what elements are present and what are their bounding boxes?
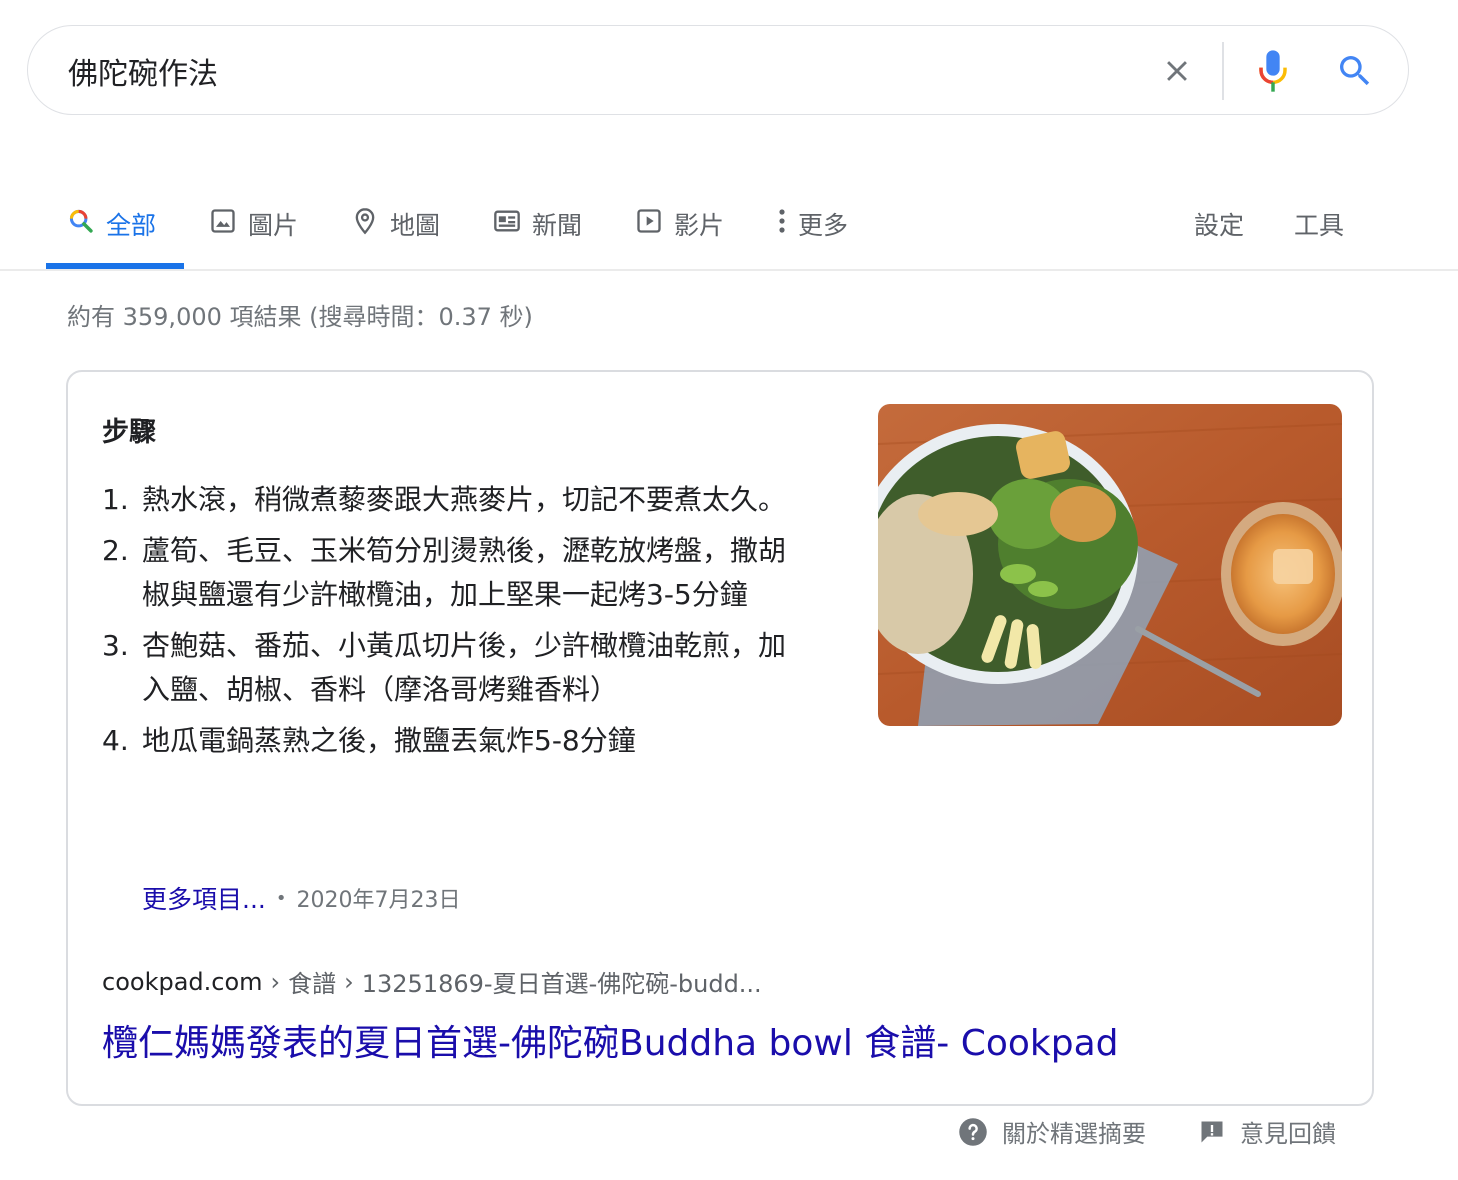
more-items-row: 更多項目... • 2020年7月23日 — [142, 880, 460, 916]
step-item: 2. 蘆筍、毛豆、玉米筍分別燙熟後，瀝乾放烤盤，撒胡椒與鹽還有少許橄欖油，加上堅… — [102, 529, 802, 617]
search-tabs: 全部 圖片 地圖 新聞 影片 更多 設定 工具 — [0, 196, 1458, 271]
newspaper-icon — [492, 206, 522, 236]
search-input[interactable] — [68, 48, 1068, 94]
map-pin-icon — [350, 206, 380, 236]
source-domain: cookpad.com — [102, 967, 263, 996]
tab-maps[interactable]: 地圖 — [350, 196, 440, 269]
search-icon — [1340, 56, 1370, 86]
tab-all-label: 全部 — [106, 211, 157, 240]
step-item: 3. 杏鮑菇、番茄、小黃瓜切片後，少許橄欖油乾煎，加入鹽、胡椒、香料（摩洛哥烤雞… — [102, 624, 802, 712]
feedback-link[interactable]: 意見回饋 — [1198, 1114, 1336, 1149]
tools-label: 工具 — [1294, 211, 1345, 240]
video-play-icon — [634, 206, 664, 236]
step-text: 蘆筍、毛豆、玉米筍分別燙熟後，瀝乾放烤盤，撒胡椒與鹽還有少許橄欖油，加上堅果一起… — [142, 534, 787, 611]
feedback-icon — [1201, 1121, 1223, 1142]
search-multicolor-icon — [66, 206, 96, 236]
featured-snippet-card: 步驟 1. 熱水滾，稍微煮藜麥跟大燕麥片，切記不要煮太久。 2. 蘆筍、毛豆、玉… — [66, 370, 1374, 1106]
tab-images-label: 圖片 — [248, 211, 299, 240]
feedback-label: 意見回饋 — [1240, 1120, 1336, 1148]
step-number: 2. — [102, 534, 129, 567]
more-items-link[interactable]: 更多項目... — [142, 880, 266, 916]
tab-news-label: 新聞 — [532, 211, 583, 240]
source-breadcrumb: cookpad.com › 食譜 › 13251869-夏日首選-佛陀碗-bud… — [102, 964, 762, 999]
step-number: 3. — [102, 629, 129, 662]
tab-videos-label: 影片 — [674, 211, 725, 240]
about-featured-snippets-label: 關於精選摘要 — [1002, 1120, 1146, 1148]
image-icon — [208, 206, 238, 236]
step-number: 1. — [102, 483, 129, 516]
tab-videos[interactable]: 影片 — [634, 196, 724, 269]
tab-news[interactable]: 新聞 — [492, 196, 582, 269]
microphone-icon — [1259, 50, 1287, 92]
result-title-link[interactable]: 欖仁媽媽發表的夏日首選-佛陀碗Buddha bowl 食譜- Cookpad — [102, 1014, 1119, 1066]
search-bar — [27, 25, 1409, 115]
published-date: 2020年7月23日 — [296, 888, 461, 913]
step-number: 4. — [102, 724, 129, 757]
step-item: 4. 地瓜電鍋蒸熟之後，撒鹽丟氣炸5-8分鐘 — [102, 719, 802, 763]
result-stats: 約有 359,000 項結果 (搜尋時間：0.37 秒) — [67, 303, 533, 331]
close-icon — [1167, 61, 1187, 81]
breadcrumb-item: 食譜 — [288, 970, 337, 998]
buddha-bowl-photo[interactable] — [878, 404, 1342, 726]
clear-button[interactable] — [1154, 48, 1200, 94]
more-vert-icon — [770, 206, 794, 236]
tab-maps-label: 地圖 — [390, 211, 441, 240]
settings-label: 設定 — [1194, 211, 1245, 240]
breadcrumb-separator: › — [270, 967, 281, 996]
active-tab-indicator — [46, 263, 184, 269]
search-results-page: 全部 圖片 地圖 — [0, 0, 1458, 1180]
step-text: 地瓜電鍋蒸熟之後，撒鹽丟氣炸5-8分鐘 — [142, 724, 636, 757]
tab-more-label: 更多 — [798, 211, 849, 240]
snippet-heading: 步驟 — [102, 417, 156, 448]
step-text: 杏鮑菇、番茄、小黃瓜切片後，少許橄欖油乾煎，加入鹽、胡椒、香料（摩洛哥烤雞香料） — [142, 629, 787, 706]
search-bar-divider — [1222, 42, 1224, 100]
steps-list: 1. 熱水滾，稍微煮藜麥跟大燕麥片，切記不要煮太久。 2. 蘆筍、毛豆、玉米筍分… — [102, 478, 802, 770]
snippet-footer: 關於精選摘要 意見回饋 — [958, 1110, 1378, 1150]
tab-images[interactable]: 圖片 — [208, 196, 298, 269]
breadcrumb-item: 13251869-夏日首選-佛陀碗-budd... — [361, 970, 762, 998]
voice-search-button[interactable] — [1250, 44, 1296, 98]
search-submit-button[interactable] — [1328, 44, 1382, 98]
step-text: 熱水滾，稍微煮藜麥跟大燕麥片，切記不要煮太久。 — [142, 483, 787, 516]
settings-link[interactable]: 設定 — [1194, 196, 1244, 269]
step-item: 1. 熱水滾，稍微煮藜麥跟大燕麥片，切記不要煮太久。 — [102, 478, 802, 522]
breadcrumb-separator: › — [344, 967, 354, 996]
tools-link[interactable]: 工具 — [1294, 196, 1344, 269]
tab-all[interactable]: 全部 — [66, 196, 156, 269]
separator-bullet: • — [275, 887, 287, 909]
tab-more[interactable]: 更多 — [770, 196, 848, 269]
help-icon — [959, 1117, 987, 1146]
about-featured-snippets-link[interactable]: 關於精選摘要 — [958, 1114, 1146, 1149]
